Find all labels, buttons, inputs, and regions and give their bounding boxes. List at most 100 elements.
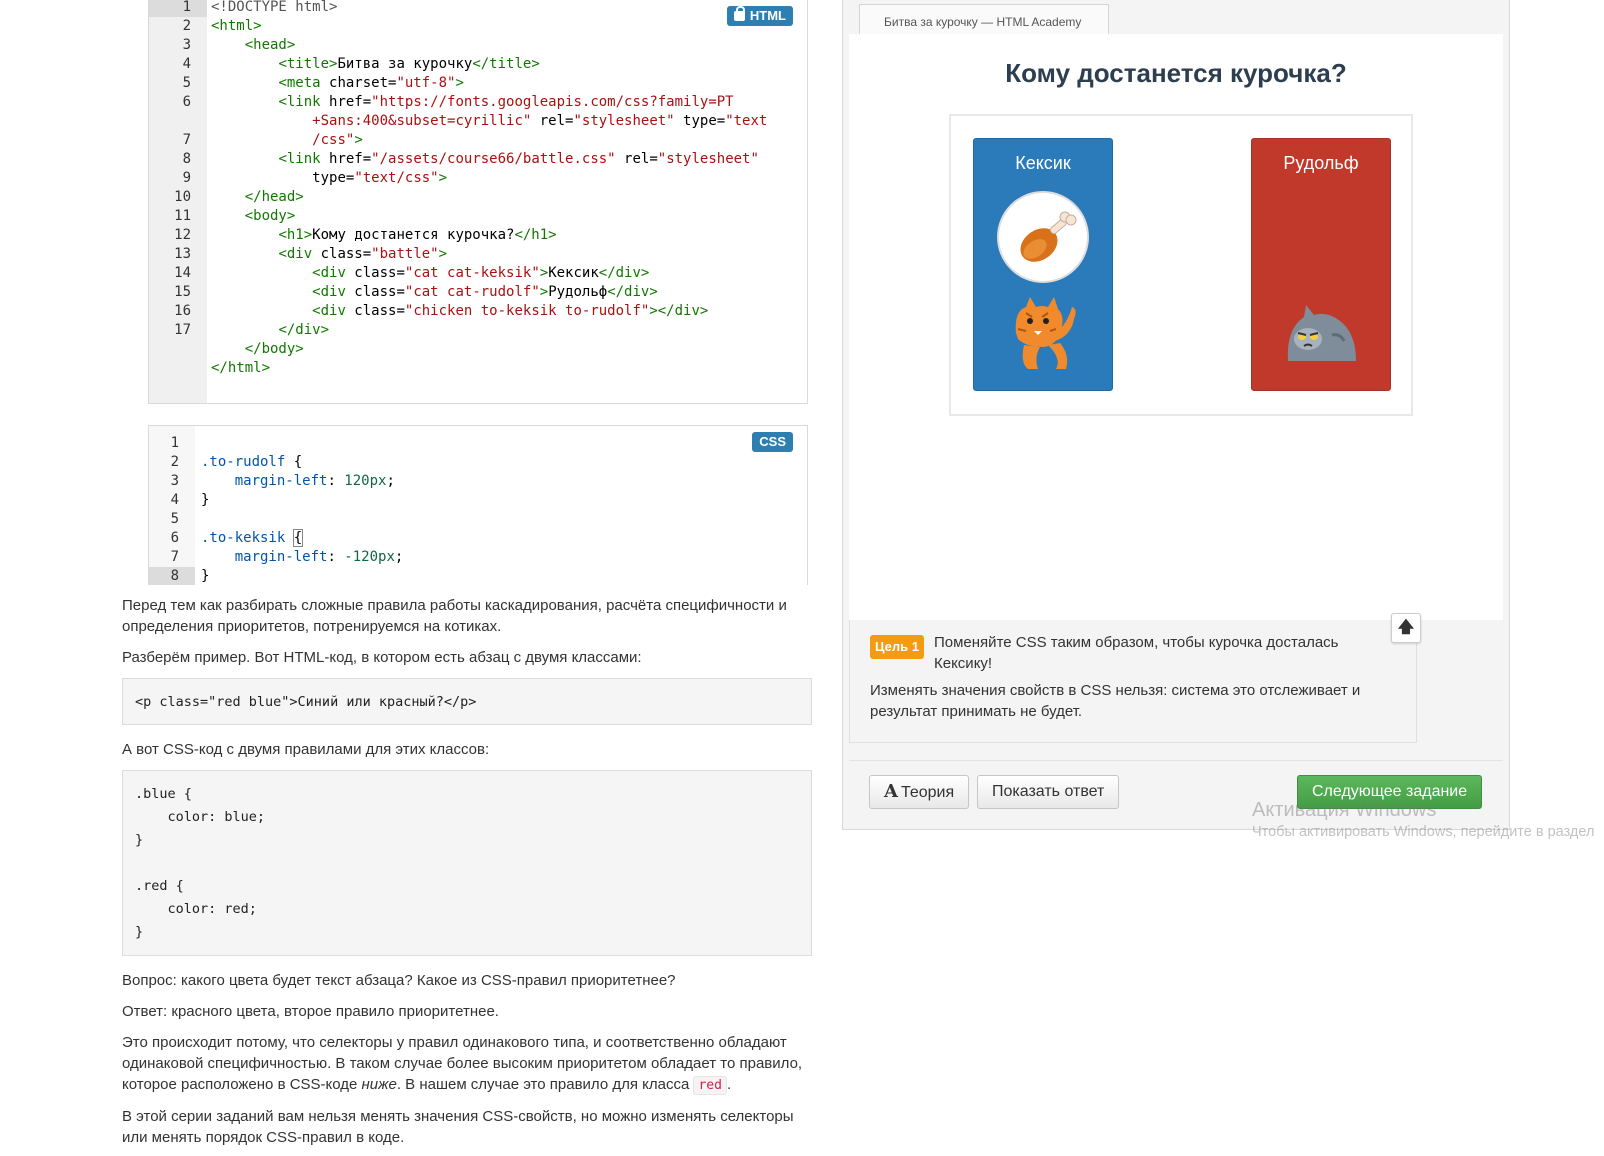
html-code-editor[interactable]: 1 2 3 4 5 6 7 8 9 10 11 12 13 14 15 16 17 <!DOCTYPE html… — [148, 0, 808, 404]
code-token: > — [354, 132, 363, 148]
grey-cat-icon — [1287, 305, 1356, 361]
code-token: } — [201, 568, 210, 584]
code-line[interactable]: <link href="/assets/course66/battle.css"… — [211, 150, 758, 169]
code-line[interactable]: type="text/css"> — [211, 169, 447, 188]
code-token: "chicken to-keksik to-rudolf" — [404, 303, 650, 319]
code-token: > — [539, 284, 549, 300]
code-token: type= — [674, 113, 726, 129]
code-token: .to-keksik — [201, 530, 286, 546]
code-token: "cat cat-keksik" — [404, 265, 540, 281]
code-line[interactable]: </div> — [211, 321, 329, 340]
inline-code-red: red — [693, 1076, 727, 1095]
theory-button[interactable]: A Теория — [869, 775, 970, 809]
code-token: : — [327, 473, 345, 489]
code-line[interactable]: <div class="chicken to-keksik to-rudolf"… — [211, 302, 708, 321]
code-line[interactable]: </body> — [211, 340, 304, 359]
theory-article: Перед тем как разбирать сложные правила … — [122, 595, 812, 1156]
code-line[interactable]: <html> — [211, 17, 262, 36]
code-line[interactable]: <link href="https://fonts.googleapis.com… — [211, 93, 733, 112]
code-line[interactable]: <h1>Кому достанется курочка?</h1> — [211, 226, 557, 245]
line-number: 2 — [170, 454, 179, 470]
line-number: 6 — [182, 94, 191, 110]
theory-button-label: Теория — [900, 784, 955, 801]
code-token: > — [438, 246, 448, 262]
code-token: { — [285, 454, 303, 470]
task-panel: Цель 1 Поменяйте CSS таким образом, чтоб… — [849, 620, 1417, 743]
line-number: 1 — [170, 435, 179, 451]
code-token: /css" — [312, 132, 355, 148]
line-number: 16 — [174, 303, 191, 319]
code-line[interactable]: <!DOCTYPE html> — [211, 0, 337, 17]
code-line[interactable]: <div class="cat cat-keksik">Кексик</div> — [211, 264, 649, 283]
code-line[interactable]: .to-rudolf { — [201, 453, 302, 472]
code-token: <!DOCTYPE html> — [211, 0, 338, 15]
code-line[interactable]: </html> — [211, 359, 270, 378]
code-line[interactable]: <div class="battle"> — [211, 245, 447, 264]
code-token: "text — [725, 113, 768, 129]
code-line[interactable]: </head> — [211, 188, 304, 207]
line-number: 2 — [182, 18, 191, 34]
code-token: href= — [320, 94, 372, 110]
line-number: 5 — [170, 511, 179, 527]
code-token: </html> — [211, 360, 271, 376]
code-line[interactable]: } — [201, 567, 209, 585]
article-paragraph-4: Вопрос: какого цвета будет текст абзаца?… — [122, 972, 676, 989]
article-paragraph-6: Это происходит потому, что селекторы у п… — [122, 1032, 812, 1096]
preview-tab[interactable]: Битва за курочку — HTML Academy — [859, 4, 1109, 34]
code-token: </body> — [244, 341, 304, 357]
code-token: -120px — [344, 549, 395, 565]
cat-rudolf-label: Рудольф — [1283, 153, 1359, 173]
code-line[interactable]: } — [201, 491, 209, 510]
code-token: > — [455, 75, 464, 91]
code-line[interactable]: <head> — [211, 36, 296, 55]
code-token: margin-left — [234, 473, 328, 489]
code-line[interactable]: margin-left: 120px; — [201, 472, 395, 491]
arrow-up-icon: 🡅 — [1397, 619, 1415, 636]
code-line[interactable]: <title>Битва за курочку</title> — [211, 55, 539, 74]
code-line[interactable]: /css"> — [211, 131, 363, 150]
code-line[interactable]: <body> — [211, 207, 296, 226]
code-token: +Sans:400&subset=cyrillic" — [312, 113, 532, 129]
code-line[interactable]: margin-left: -120px; — [201, 548, 404, 567]
line-number: 1 — [149, 0, 207, 17]
preview-frame: Кому достанется курочка? Кексик Рудольф — [849, 34, 1503, 620]
code-token: </div> — [598, 265, 650, 281]
lock-icon — [733, 6, 745, 21]
code-line[interactable]: +Sans:400&subset=cyrillic" rel="styleshe… — [211, 112, 767, 131]
css-lang-badge: CSS — [752, 432, 793, 452]
code-token: "battle" — [371, 246, 439, 262]
task-note: Изменять значения свойств в CSS нельзя: … — [870, 682, 1361, 720]
code-token: <meta — [278, 75, 321, 91]
code-token: </h1> — [514, 227, 557, 243]
line-number: 15 — [174, 284, 191, 300]
chicken-drumstick-icon — [997, 191, 1089, 283]
show-answer-button[interactable]: Показать ответ — [977, 775, 1120, 809]
code-token: class= — [345, 284, 405, 300]
task-goal: Цель 1 Поменяйте CSS таким образом, чтоб… — [870, 632, 1396, 674]
css-code-editor[interactable]: 1 2 3 4 5 6 7 8 .to-rudolf { margin-left: 120px… — [148, 425, 808, 585]
code-line[interactable]: <meta charset="utf-8"> — [211, 74, 464, 93]
code-token: <html> — [211, 18, 262, 34]
collapse-task-button[interactable]: 🡅 — [1391, 613, 1421, 643]
article-paragraph-2: Разберём пример. Вот HTML-код, в котором… — [122, 649, 642, 666]
code-line[interactable]: .to-keksik { — [201, 529, 304, 548]
code-token: ; — [394, 549, 404, 565]
line-number: 9 — [182, 170, 191, 186]
watermark-subtitle: Чтобы активировать Windows, перейдите в … — [1252, 824, 1595, 840]
line-number: 5 — [182, 75, 191, 91]
code-token: <div — [278, 246, 313, 262]
code-line[interactable]: <div class="cat cat-rudolf">Рудольф</div… — [211, 283, 658, 302]
code-token: { — [292, 529, 304, 547]
code-token: <link — [278, 151, 321, 167]
code-token: .to-rudolf — [201, 454, 286, 470]
